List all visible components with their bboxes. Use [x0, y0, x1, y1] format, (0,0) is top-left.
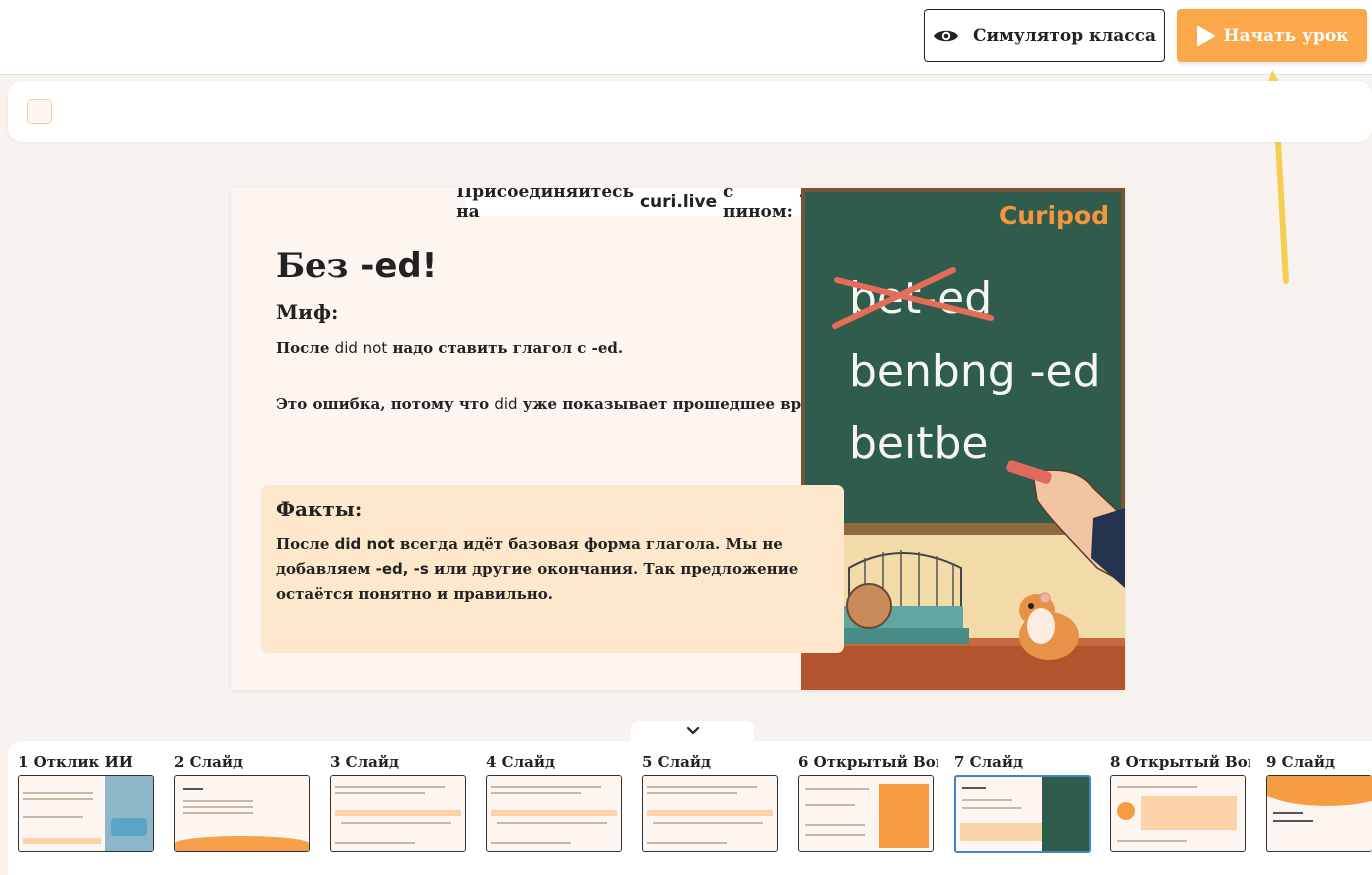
thumbnail-label: 4 Слайд	[486, 753, 556, 771]
myth-p1-a: После	[276, 339, 330, 357]
myth-paragraph-1: После did not надо ставить глагол с -ed.	[276, 339, 623, 357]
slide-title-code: -ed!	[360, 246, 438, 286]
myth-p1-code: did not	[334, 339, 388, 357]
slide-thumbnail[interactable]: 6 Открытый Вопрос	[798, 753, 938, 852]
pin-site: curi.live	[639, 192, 718, 212]
facts-box: Факты: После did not всегда идёт базовая…	[261, 485, 844, 653]
slide-title-text: Без	[276, 246, 349, 286]
pin-prefix: Присоединяйтесь на	[456, 188, 635, 222]
thumbnail-label: 6 Открытый Вопрос	[798, 753, 938, 771]
curipod-logo: Curipod	[999, 201, 1109, 230]
slide-thumbnail[interactable]: 1 Отклик ИИ	[18, 753, 158, 852]
slide-thumbnail[interactable]: 9 Слайд	[1266, 753, 1372, 852]
slide-thumbnail[interactable]: 7 Слайд	[954, 753, 1094, 853]
slide-thumbnail[interactable]: 5 Слайд	[642, 753, 782, 852]
collapse-strip-toggle[interactable]	[631, 721, 754, 741]
select-checkbox[interactable]	[27, 99, 52, 124]
thumbnail-preview	[1110, 775, 1246, 852]
classroom-simulator-button[interactable]: Симулятор класса	[924, 9, 1165, 62]
myth-p1-b: надо ставить глагол с -ed.	[392, 339, 624, 357]
thumbnail-label: 5 Слайд	[642, 753, 712, 771]
slide-title: Без -ed!	[276, 246, 437, 286]
board-line-2: benbng -ed	[849, 346, 1101, 397]
myth-paragraph-2: Это ошибка, потому что did уже показывае…	[276, 395, 840, 413]
slide-preview: Присоединяйтесь на curi.live с пином: 75…	[231, 188, 1125, 690]
facts-text: После did not всегда идёт базовая форма …	[276, 532, 836, 607]
slide-toolbar	[8, 81, 1372, 142]
thumbnail-preview	[330, 775, 466, 852]
facts-code-1: did not	[334, 535, 395, 553]
thumbnail-preview	[954, 775, 1091, 853]
slide-thumbnail[interactable]: 4 Слайд	[486, 753, 626, 852]
thumbnail-label: 7 Слайд	[954, 753, 1024, 771]
top-bar: Симулятор класса Начать урок	[0, 0, 1372, 75]
chalkboard-hamster-illustration: Curipod bet-ed benbng -ed beıtbe	[801, 188, 1125, 690]
thumbnail-preview	[174, 775, 310, 852]
slide-thumbnail-strip: 1 Отклик ИИ 2 Слайд 3 Слайд 4 Слайд 5 Сл…	[8, 741, 1372, 875]
thumbnail-preview	[798, 775, 934, 852]
facts-a: После	[276, 535, 330, 553]
thumbnail-preview	[1266, 775, 1372, 852]
thumbnail-label: 2 Слайд	[174, 753, 244, 771]
play-icon	[1196, 25, 1215, 46]
thumbnail-preview	[486, 775, 622, 852]
start-lesson-button[interactable]: Начать урок	[1177, 9, 1367, 62]
thumbnail-label: 1 Отклик ИИ	[18, 753, 133, 771]
eye-icon	[933, 30, 958, 41]
start-lesson-label: Начать урок	[1223, 25, 1349, 46]
facts-code-2: -ed, -s	[375, 560, 429, 578]
myth-p2-a: Это ошибка, потому что	[276, 395, 490, 413]
thumbnail-label: 9 Слайд	[1266, 753, 1336, 771]
thumbnail-preview	[18, 775, 154, 852]
classroom-simulator-label: Симулятор класса	[972, 25, 1156, 46]
pin-middle: с пином:	[723, 188, 793, 222]
myth-p2-code: did	[494, 395, 518, 413]
slide-thumbnail[interactable]: 2 Слайд	[174, 753, 314, 852]
board-line-3: beıtbe	[849, 418, 988, 469]
thumbnail-preview	[642, 775, 778, 852]
myth-heading: Миф:	[276, 300, 339, 324]
facts-heading: Факты:	[276, 497, 363, 521]
chevron-down-icon	[686, 726, 699, 735]
slide-thumbnail[interactable]: 3 Слайд	[330, 753, 470, 852]
thumbnail-label: 8 Открытый Вопрос	[1110, 753, 1250, 771]
thumbnail-label: 3 Слайд	[330, 753, 400, 771]
slide-thumbnail[interactable]: 8 Открытый Вопрос	[1110, 753, 1250, 852]
myth-p2-b: уже показывает прошедшее время.	[522, 395, 841, 413]
